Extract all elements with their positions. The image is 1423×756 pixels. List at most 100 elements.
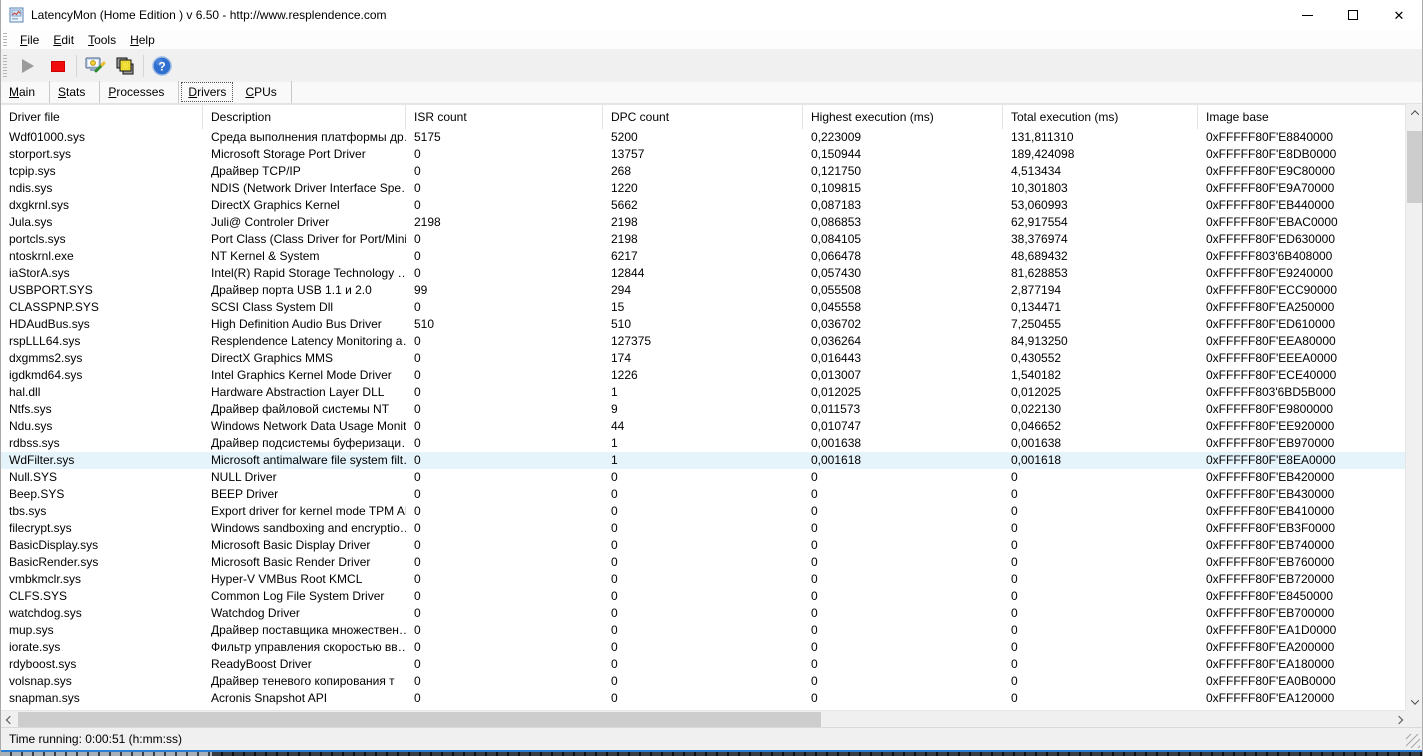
- menu-file[interactable]: File: [13, 31, 46, 49]
- cell-isr-count: 0: [414, 555, 421, 569]
- start-monitor-button[interactable]: [13, 52, 43, 80]
- taskbar-edge-right: [212, 752, 1422, 756]
- cell-image-base: 0xFFFFF80F'EBAC0000: [1206, 215, 1338, 229]
- table-row[interactable]: BasicRender.sys Microsoft Basic Render D…: [1, 554, 1407, 571]
- taskbar-edge: [1, 750, 1422, 756]
- minimize-button[interactable]: [1284, 0, 1330, 30]
- horizontal-scrollbar[interactable]: [1, 710, 1407, 727]
- table-row[interactable]: HDAudBus.sys High Definition Audio Bus D…: [1, 316, 1407, 333]
- table-row[interactable]: ntoskrnl.exe NT Kernel & System 0 6217 0…: [1, 248, 1407, 265]
- cell-dpc-count: 127375: [611, 334, 652, 348]
- table-row[interactable]: ndis.sys NDIS (Network Driver Interface …: [1, 180, 1407, 197]
- tab-processes[interactable]: Processes: [100, 81, 180, 103]
- cell-dpc-count: 1226: [611, 368, 638, 382]
- menu-edit[interactable]: Edit: [46, 31, 81, 49]
- title-bar[interactable]: LatencyMon (Home Edition ) v 6.50 - http…: [1, 0, 1422, 30]
- table-row[interactable]: Wdf01000.sys Среда выполнения платформы …: [1, 129, 1407, 146]
- menubar-gripper[interactable]: [3, 32, 7, 47]
- table-row[interactable]: dxgmms2.sys DirectX Graphics MMS 0 174 0…: [1, 350, 1407, 367]
- cell-description: Драйвер TCP/IP: [211, 164, 301, 178]
- cell-driver-file: Jula.sys: [9, 215, 53, 229]
- table-row[interactable]: Null.SYS NULL Driver 0 0 0 0 0xFFFFF80F'…: [1, 469, 1407, 486]
- table-row[interactable]: rdbss.sys Драйвер подсистемы буферизаци……: [1, 435, 1407, 452]
- table-row[interactable]: CLFS.SYS Common Log File System Driver 0…: [1, 588, 1407, 605]
- table-row[interactable]: Jula.sys Juli@ Controler Driver 2198 219…: [1, 214, 1407, 231]
- column-header-description[interactable]: Description: [203, 105, 406, 129]
- stop-monitor-button[interactable]: [43, 52, 73, 80]
- cell-total-execution: 0: [1011, 623, 1018, 637]
- cell-highest-execution: 0,084105: [811, 232, 862, 246]
- close-button[interactable]: ✕: [1376, 0, 1422, 30]
- table-row[interactable]: Ntfs.sys Драйвер файловой системы NT 0 9…: [1, 401, 1407, 418]
- table-row[interactable]: rdyboost.sys ReadyBoost Driver 0 0 0 0 0…: [1, 656, 1407, 673]
- cell-total-execution: 0: [1011, 640, 1018, 654]
- menu-help[interactable]: Help: [123, 31, 162, 49]
- cell-description: BEEP Driver: [211, 487, 279, 501]
- cell-driver-file: USBPORT.SYS: [9, 283, 93, 297]
- cell-driver-file: HDAudBus.sys: [9, 317, 90, 331]
- table-row[interactable]: BasicDisplay.sys Microsoft Basic Display…: [1, 537, 1407, 554]
- help-button[interactable]: ?: [147, 52, 177, 80]
- cell-description: Intel Graphics Kernel Mode Driver: [211, 368, 392, 382]
- table-row[interactable]: igdkmd64.sys Intel Graphics Kernel Mode …: [1, 367, 1407, 384]
- column-header-dpc-count[interactable]: DPC count: [603, 105, 803, 129]
- column-header-total-execution[interactable]: Total execution (ms): [1003, 105, 1198, 129]
- vertical-scrollbar[interactable]: [1405, 104, 1422, 710]
- cell-dpc-count: 5200: [611, 130, 638, 144]
- table-row[interactable]: Beep.SYS BEEP Driver 0 0 0 0 0xFFFFF80F'…: [1, 486, 1407, 503]
- table-row[interactable]: iaStorA.sys Intel(R) Rapid Storage Techn…: [1, 265, 1407, 282]
- table-row[interactable]: tbs.sys Export driver for kernel mode TP…: [1, 503, 1407, 520]
- column-header-isr-count[interactable]: ISR count: [406, 105, 603, 129]
- table-row[interactable]: Ndu.sys Windows Network Data Usage Monit…: [1, 418, 1407, 435]
- maximize-button[interactable]: [1330, 0, 1376, 30]
- cell-driver-file: tcpip.sys: [9, 164, 56, 178]
- scroll-up-button[interactable]: [1406, 104, 1422, 121]
- horizontal-scroll-thumb[interactable]: [18, 712, 821, 727]
- tab-stats[interactable]: Stats: [50, 81, 101, 103]
- cell-description: Microsoft Basic Render Driver: [211, 555, 371, 569]
- chevron-down-icon: [1410, 695, 1419, 705]
- table-row[interactable]: snapman.sys Acronis Snapshot API 0 0 0 0…: [1, 690, 1407, 707]
- table-row[interactable]: mup.sys Драйвер поставщика множествен… 0…: [1, 622, 1407, 639]
- table-row[interactable]: vmbkmclr.sys Hyper-V VMBus Root KMCL 0 0…: [1, 571, 1407, 588]
- cell-isr-count: 0: [414, 368, 421, 382]
- vertical-scroll-thumb[interactable]: [1407, 131, 1422, 203]
- column-header-image-base[interactable]: Image base: [1198, 105, 1407, 129]
- cell-description: Port Class (Class Driver for Port/Mini…: [211, 232, 406, 246]
- toolbar-gripper[interactable]: [3, 55, 7, 77]
- cell-highest-execution: 0,011573: [811, 402, 861, 416]
- table-row[interactable]: CLASSPNP.SYS SCSI Class System Dll 0 15 …: [1, 299, 1407, 316]
- table-row[interactable]: rspLLL64.sys Resplendence Latency Monito…: [1, 333, 1407, 350]
- cell-driver-file: CLFS.SYS: [9, 589, 68, 603]
- table-row[interactable]: volsnap.sys Драйвер теневого копирования…: [1, 673, 1407, 690]
- scroll-left-button[interactable]: [1, 711, 18, 728]
- table-row[interactable]: watchdog.sys Watchdog Driver 0 0 0 0 0xF…: [1, 605, 1407, 622]
- table-row[interactable]: USBPORT.SYS Драйвер порта USB 1.1 и 2.0 …: [1, 282, 1407, 299]
- column-header-highest-execution[interactable]: Highest execution (ms): [803, 105, 1003, 129]
- processes-button[interactable]: [110, 52, 140, 80]
- cell-image-base: 0xFFFFF80F'EA1D0000: [1206, 623, 1337, 637]
- cell-isr-count: 0: [414, 198, 421, 212]
- table-row[interactable]: dxgkrnl.sys DirectX Graphics Kernel 0 56…: [1, 197, 1407, 214]
- table-row[interactable]: iorate.sys Фильтр управления скоростью в…: [1, 639, 1407, 656]
- table-row[interactable]: storport.sys Microsoft Storage Port Driv…: [1, 146, 1407, 163]
- scroll-down-button[interactable]: [1406, 693, 1422, 710]
- table-row[interactable]: WdFilter.sys Microsoft antimalware file …: [1, 452, 1407, 469]
- tab-drivers[interactable]: Drivers: [181, 82, 234, 102]
- cell-dpc-count: 510: [611, 317, 632, 331]
- column-header-driver-file[interactable]: Driver file: [1, 105, 203, 129]
- cell-image-base: 0xFFFFF80F'EEA80000: [1206, 334, 1336, 348]
- tab-cpus[interactable]: C PUs: [237, 81, 292, 103]
- cell-highest-execution: 0,223009: [811, 130, 862, 144]
- tab-main[interactable]: Main: [1, 81, 51, 103]
- cell-description: Acronis Snapshot API: [211, 691, 328, 705]
- menu-tools[interactable]: Tools: [81, 31, 123, 49]
- cell-isr-count: 0: [414, 487, 421, 501]
- table-row[interactable]: tcpip.sys Драйвер TCP/IP 0 268 0,121750 …: [1, 163, 1407, 180]
- table-row[interactable]: hal.dll Hardware Abstraction Layer DLL 0…: [1, 384, 1407, 401]
- cell-driver-file: iaStorA.sys: [9, 266, 70, 280]
- table-row[interactable]: portcls.sys Port Class (Class Driver for…: [1, 231, 1407, 248]
- analyze-button[interactable]: [80, 52, 110, 80]
- table-row[interactable]: filecrypt.sys Windows sandboxing and enc…: [1, 520, 1407, 537]
- resize-grip-icon[interactable]: [1406, 734, 1420, 748]
